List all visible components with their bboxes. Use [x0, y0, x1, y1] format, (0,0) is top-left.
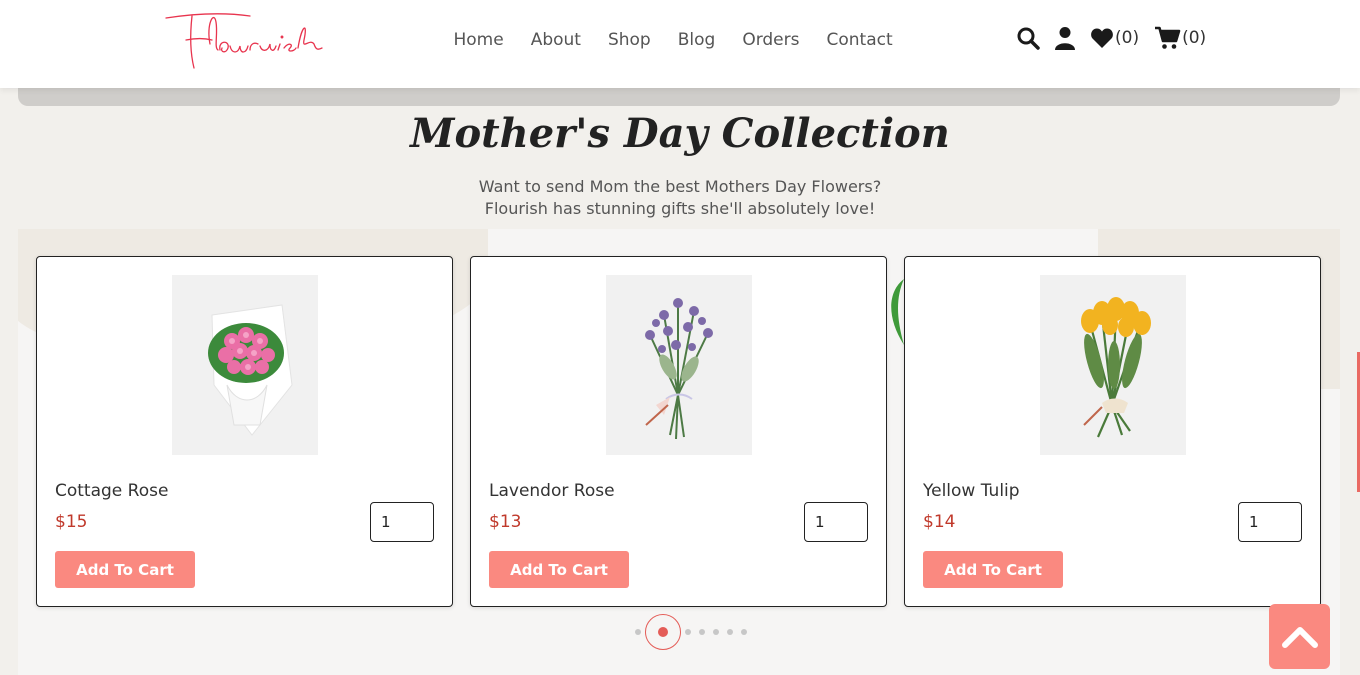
carousel-pagination	[631, 614, 751, 650]
account-button[interactable]	[1054, 26, 1076, 50]
pagination-dot-active[interactable]	[645, 614, 681, 650]
product-price: $13	[489, 512, 522, 532]
nav-contact[interactable]: Contact	[813, 28, 906, 52]
pagination-dot[interactable]	[635, 629, 641, 635]
yellow-tulip-bouquet-icon	[1081, 297, 1151, 438]
cart-button[interactable]: (0)	[1155, 26, 1206, 50]
add-to-cart-button[interactable]: Add To Cart	[923, 551, 1063, 588]
wishlist-button[interactable]: (0)	[1090, 27, 1139, 49]
search-button[interactable]	[1016, 26, 1040, 50]
section-title: Mother's Day Collection	[410, 110, 950, 157]
logo-script-icon	[165, 13, 323, 69]
nav-blog[interactable]: Blog	[664, 28, 729, 52]
nav-home[interactable]: Home	[440, 28, 517, 52]
user-icon	[1055, 27, 1075, 50]
quantity-input[interactable]	[370, 502, 434, 542]
product-price: $15	[55, 512, 88, 532]
product-name: Yellow Tulip	[923, 481, 1020, 501]
chevron-up-icon	[1281, 626, 1318, 648]
heart-icon	[1091, 28, 1113, 48]
product-card: Lavendor Rose $13 Add To Cart	[470, 256, 887, 607]
section-subtitle-line1: Want to send Mom the best Mothers Day Fl…	[478, 177, 882, 196]
product-image[interactable]	[172, 275, 318, 455]
nav-shop[interactable]: Shop	[594, 28, 664, 52]
leaf-decoration-icon	[891, 279, 904, 345]
site-header: Home About Shop Blog Orders Contact (0)	[0, 0, 1360, 88]
pagination-dot[interactable]	[685, 629, 691, 635]
quantity-input[interactable]	[804, 502, 868, 542]
product-price: $14	[923, 512, 956, 532]
pagination-dot[interactable]	[713, 629, 719, 635]
product-image[interactable]	[606, 275, 752, 455]
section-subtitle: Want to send Mom the best Mothers Day Fl…	[0, 176, 1360, 220]
pink-rose-bouquet-icon	[208, 304, 293, 436]
quantity-input[interactable]	[1238, 502, 1302, 542]
pagination-dot-fill	[658, 627, 668, 637]
section-subtitle-line2: Flourish has stunning gifts she'll absol…	[484, 199, 876, 218]
cart-icon	[1155, 26, 1181, 49]
search-icon	[1017, 27, 1040, 50]
product-name: Cottage Rose	[55, 481, 169, 501]
product-card: Cottage Rose $15 Add To Cart	[36, 256, 453, 607]
brand-logo[interactable]	[162, 4, 332, 74]
nav-orders[interactable]: Orders	[729, 28, 813, 52]
main-nav: Home About Shop Blog Orders Contact	[440, 28, 906, 52]
add-to-cart-button[interactable]: Add To Cart	[489, 551, 629, 588]
product-card: Yellow Tulip $14 Add To Cart	[904, 256, 1321, 607]
cart-count: (0)	[1182, 28, 1207, 48]
add-to-cart-button[interactable]: Add To Cart	[55, 551, 195, 588]
pagination-dot[interactable]	[699, 629, 705, 635]
product-image[interactable]	[1040, 275, 1186, 455]
product-name: Lavendor Rose	[489, 481, 615, 501]
pagination-dot[interactable]	[727, 629, 733, 635]
header-actions: (0) (0)	[1016, 26, 1206, 50]
back-to-top-button[interactable]	[1269, 604, 1330, 669]
wishlist-count: (0)	[1115, 28, 1140, 48]
lavender-bouquet-icon	[645, 298, 713, 440]
pagination-dot[interactable]	[741, 629, 747, 635]
nav-about[interactable]: About	[517, 28, 594, 52]
